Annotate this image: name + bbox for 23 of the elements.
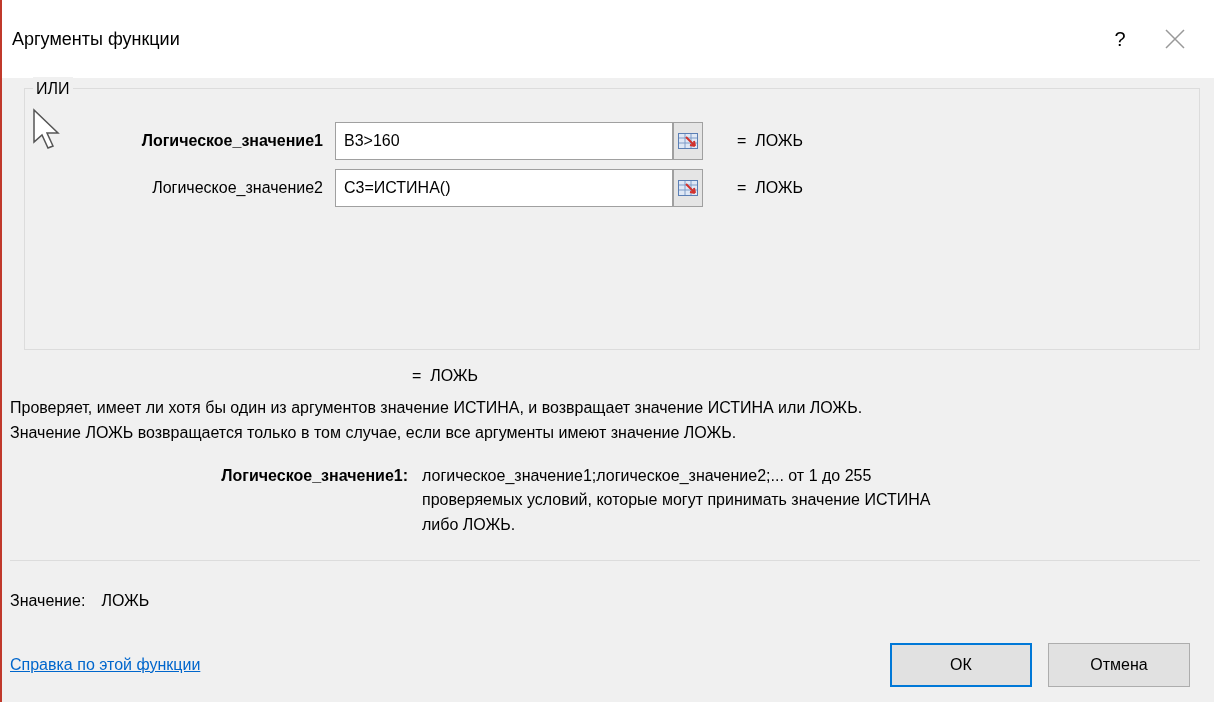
close-icon[interactable]: [1164, 28, 1186, 50]
table-icon: [678, 132, 698, 149]
formula-result: = ЛОЖЬ: [412, 366, 480, 386]
argument-name: Логическое_значение1:: [220, 465, 409, 486]
argument-label: Логическое_значение2: [152, 177, 323, 198]
value-text: ЛОЖЬ: [101, 591, 150, 611]
ok-button[interactable]: ОК: [890, 643, 1032, 687]
help-button[interactable]: ?: [1100, 24, 1140, 54]
range-select-button[interactable]: [673, 121, 703, 160]
value-label: Значение:: [10, 591, 86, 611]
argument-field[interactable]: C3=ИСТИНА(): [335, 168, 673, 207]
function-description: Проверяет, имеет ли хотя бы один из аргументов значение ИСТИНА, и возвращает значение ИСТИНА или ЛОЖЬ. Значение ЛОЖЬ возвращается только в том случае, если все аргументы имеют значение ЛОЖЬ.: [9, 398, 864, 443]
argument-field[interactable]: B3>160: [335, 121, 673, 160]
argument-result: = ЛОЖЬ: [737, 130, 804, 151]
argument-result: = ЛОЖЬ: [737, 177, 804, 198]
window-title: Аргументы функции: [12, 27, 180, 51]
argument-description: логическое_значение1;логическое_значение2;... от 1 до 255 проверяемых условий, которые могут принимать значение ИСТИНА либо ЛОЖЬ.: [422, 465, 932, 536]
cancel-button[interactable]: Отмена: [1048, 643, 1190, 687]
mouse-cursor-icon: [32, 108, 60, 150]
help-link[interactable]: Справка по этой функции: [10, 653, 201, 677]
range-select-button[interactable]: [673, 168, 703, 207]
argument-label: Логическое_значение1: [141, 130, 323, 151]
table-icon: [678, 179, 698, 196]
